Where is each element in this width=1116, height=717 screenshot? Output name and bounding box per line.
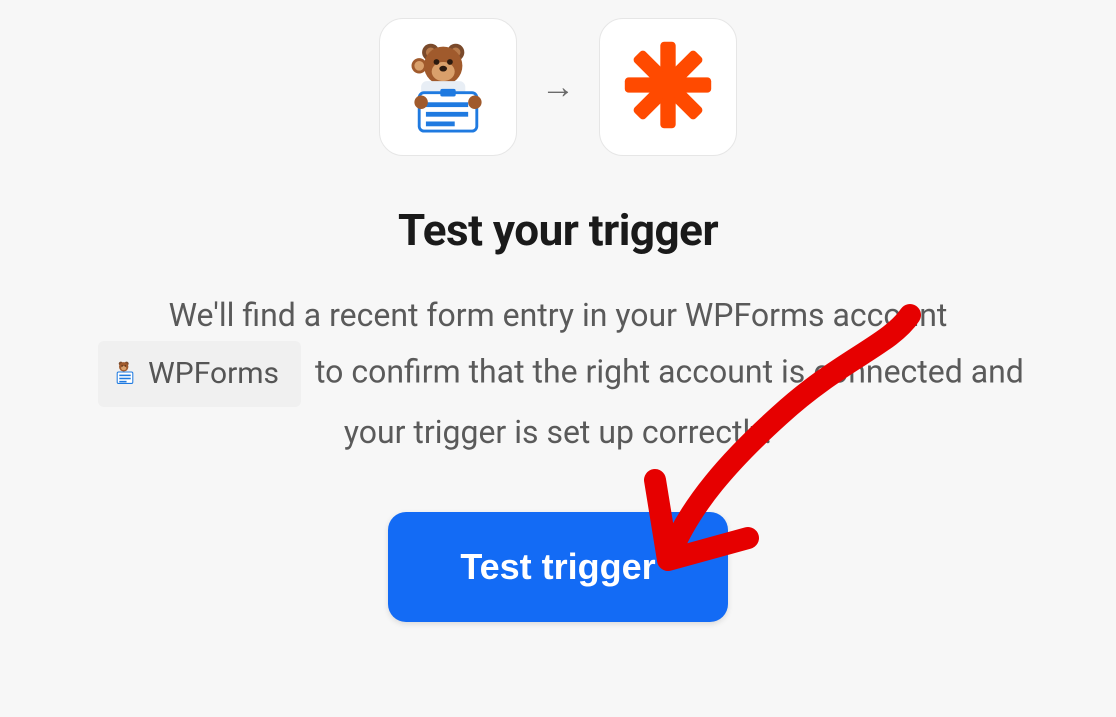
account-chip-label: WPForms xyxy=(148,350,279,397)
description-text: We'll find a recent form entry in your W… xyxy=(38,290,1078,458)
description-part2: to confirm that the right account is con… xyxy=(315,352,1024,451)
description-part1: We'll find a recent form entry in your W… xyxy=(169,296,948,334)
test-trigger-button[interactable]: Test trigger xyxy=(388,512,727,622)
app-connection-row: → xyxy=(379,18,737,156)
zapier-icon xyxy=(620,37,716,137)
page-title: Test your trigger xyxy=(398,204,718,256)
wpforms-icon xyxy=(400,37,496,137)
arrow-right-icon: → xyxy=(541,67,575,107)
wpforms-small-icon xyxy=(112,349,138,400)
source-app-box xyxy=(379,18,517,156)
target-app-box xyxy=(599,18,737,156)
account-chip[interactable]: WPForms xyxy=(98,341,301,408)
